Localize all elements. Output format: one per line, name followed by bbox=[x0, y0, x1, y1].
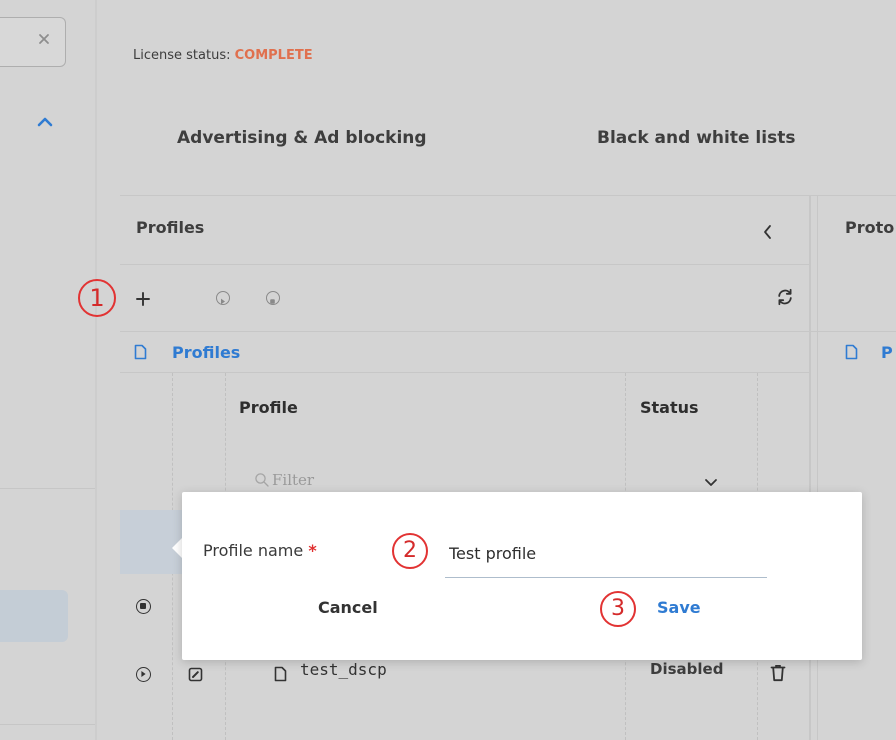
play-icon[interactable] bbox=[216, 291, 230, 305]
license-label: License status: bbox=[133, 48, 231, 63]
status-cell: Disabled bbox=[650, 660, 724, 678]
file-icon bbox=[845, 344, 858, 360]
chevron-up-icon[interactable] bbox=[36, 116, 54, 128]
sidebar-divider-line bbox=[0, 724, 95, 725]
stop-square-icon bbox=[270, 299, 275, 304]
right-tree-item[interactable]: P bbox=[881, 343, 893, 362]
column-header-status[interactable]: Status bbox=[640, 398, 699, 417]
panel-title: Profiles bbox=[136, 218, 205, 237]
panel-top-border bbox=[120, 195, 896, 196]
sidebar-item-active[interactable] bbox=[0, 590, 68, 642]
profile-name-input[interactable] bbox=[445, 530, 767, 578]
tab-black-white-lists[interactable]: Black and white lists bbox=[597, 128, 795, 148]
add-profile-button[interactable] bbox=[134, 290, 152, 308]
right-panel-title: Proto bbox=[845, 218, 895, 237]
cancel-button[interactable]: Cancel bbox=[318, 598, 378, 617]
close-icon bbox=[39, 34, 49, 44]
annotation-step-2: 2 bbox=[392, 533, 428, 569]
tree-border bbox=[120, 372, 810, 373]
save-button[interactable]: Save bbox=[657, 598, 701, 617]
chevron-left-icon[interactable] bbox=[762, 224, 772, 240]
sidebar-divider-line bbox=[0, 488, 95, 489]
profile-name-cell[interactable]: test_dscp bbox=[300, 660, 387, 679]
toolbar-border bbox=[120, 331, 896, 332]
search-icon bbox=[255, 473, 269, 487]
filter-input[interactable]: Filter bbox=[272, 471, 314, 489]
file-icon bbox=[274, 666, 287, 682]
edit-icon[interactable] bbox=[188, 667, 203, 682]
profile-name-label-text: Profile name bbox=[203, 541, 304, 560]
license-status: License status: COMPLETE bbox=[133, 48, 313, 63]
annotation-step-1: 1 bbox=[78, 279, 116, 317]
tab-advertising[interactable]: Advertising & Ad blocking bbox=[177, 128, 427, 148]
column-header-profile[interactable]: Profile bbox=[239, 398, 298, 417]
stop-icon[interactable] bbox=[136, 599, 151, 614]
trash-icon[interactable] bbox=[770, 664, 786, 682]
profile-name-label: Profile name * bbox=[203, 541, 317, 560]
file-icon bbox=[134, 344, 147, 360]
sidebar-divider bbox=[95, 0, 97, 740]
play-icon[interactable] bbox=[136, 667, 151, 682]
panel-header-border bbox=[120, 264, 810, 265]
play-triangle-icon bbox=[221, 298, 225, 305]
stop-icon[interactable] bbox=[266, 291, 280, 305]
play-triangle-icon bbox=[141, 671, 146, 677]
annotation-step-3: 3 bbox=[600, 591, 636, 627]
tree-item-profiles[interactable]: Profiles bbox=[172, 343, 240, 362]
refresh-icon[interactable] bbox=[775, 287, 795, 307]
dialog-pointer bbox=[172, 538, 182, 558]
required-mark: * bbox=[308, 541, 317, 560]
license-value: COMPLETE bbox=[234, 48, 313, 63]
close-button[interactable] bbox=[0, 17, 66, 67]
chevron-down-icon[interactable] bbox=[704, 478, 718, 488]
